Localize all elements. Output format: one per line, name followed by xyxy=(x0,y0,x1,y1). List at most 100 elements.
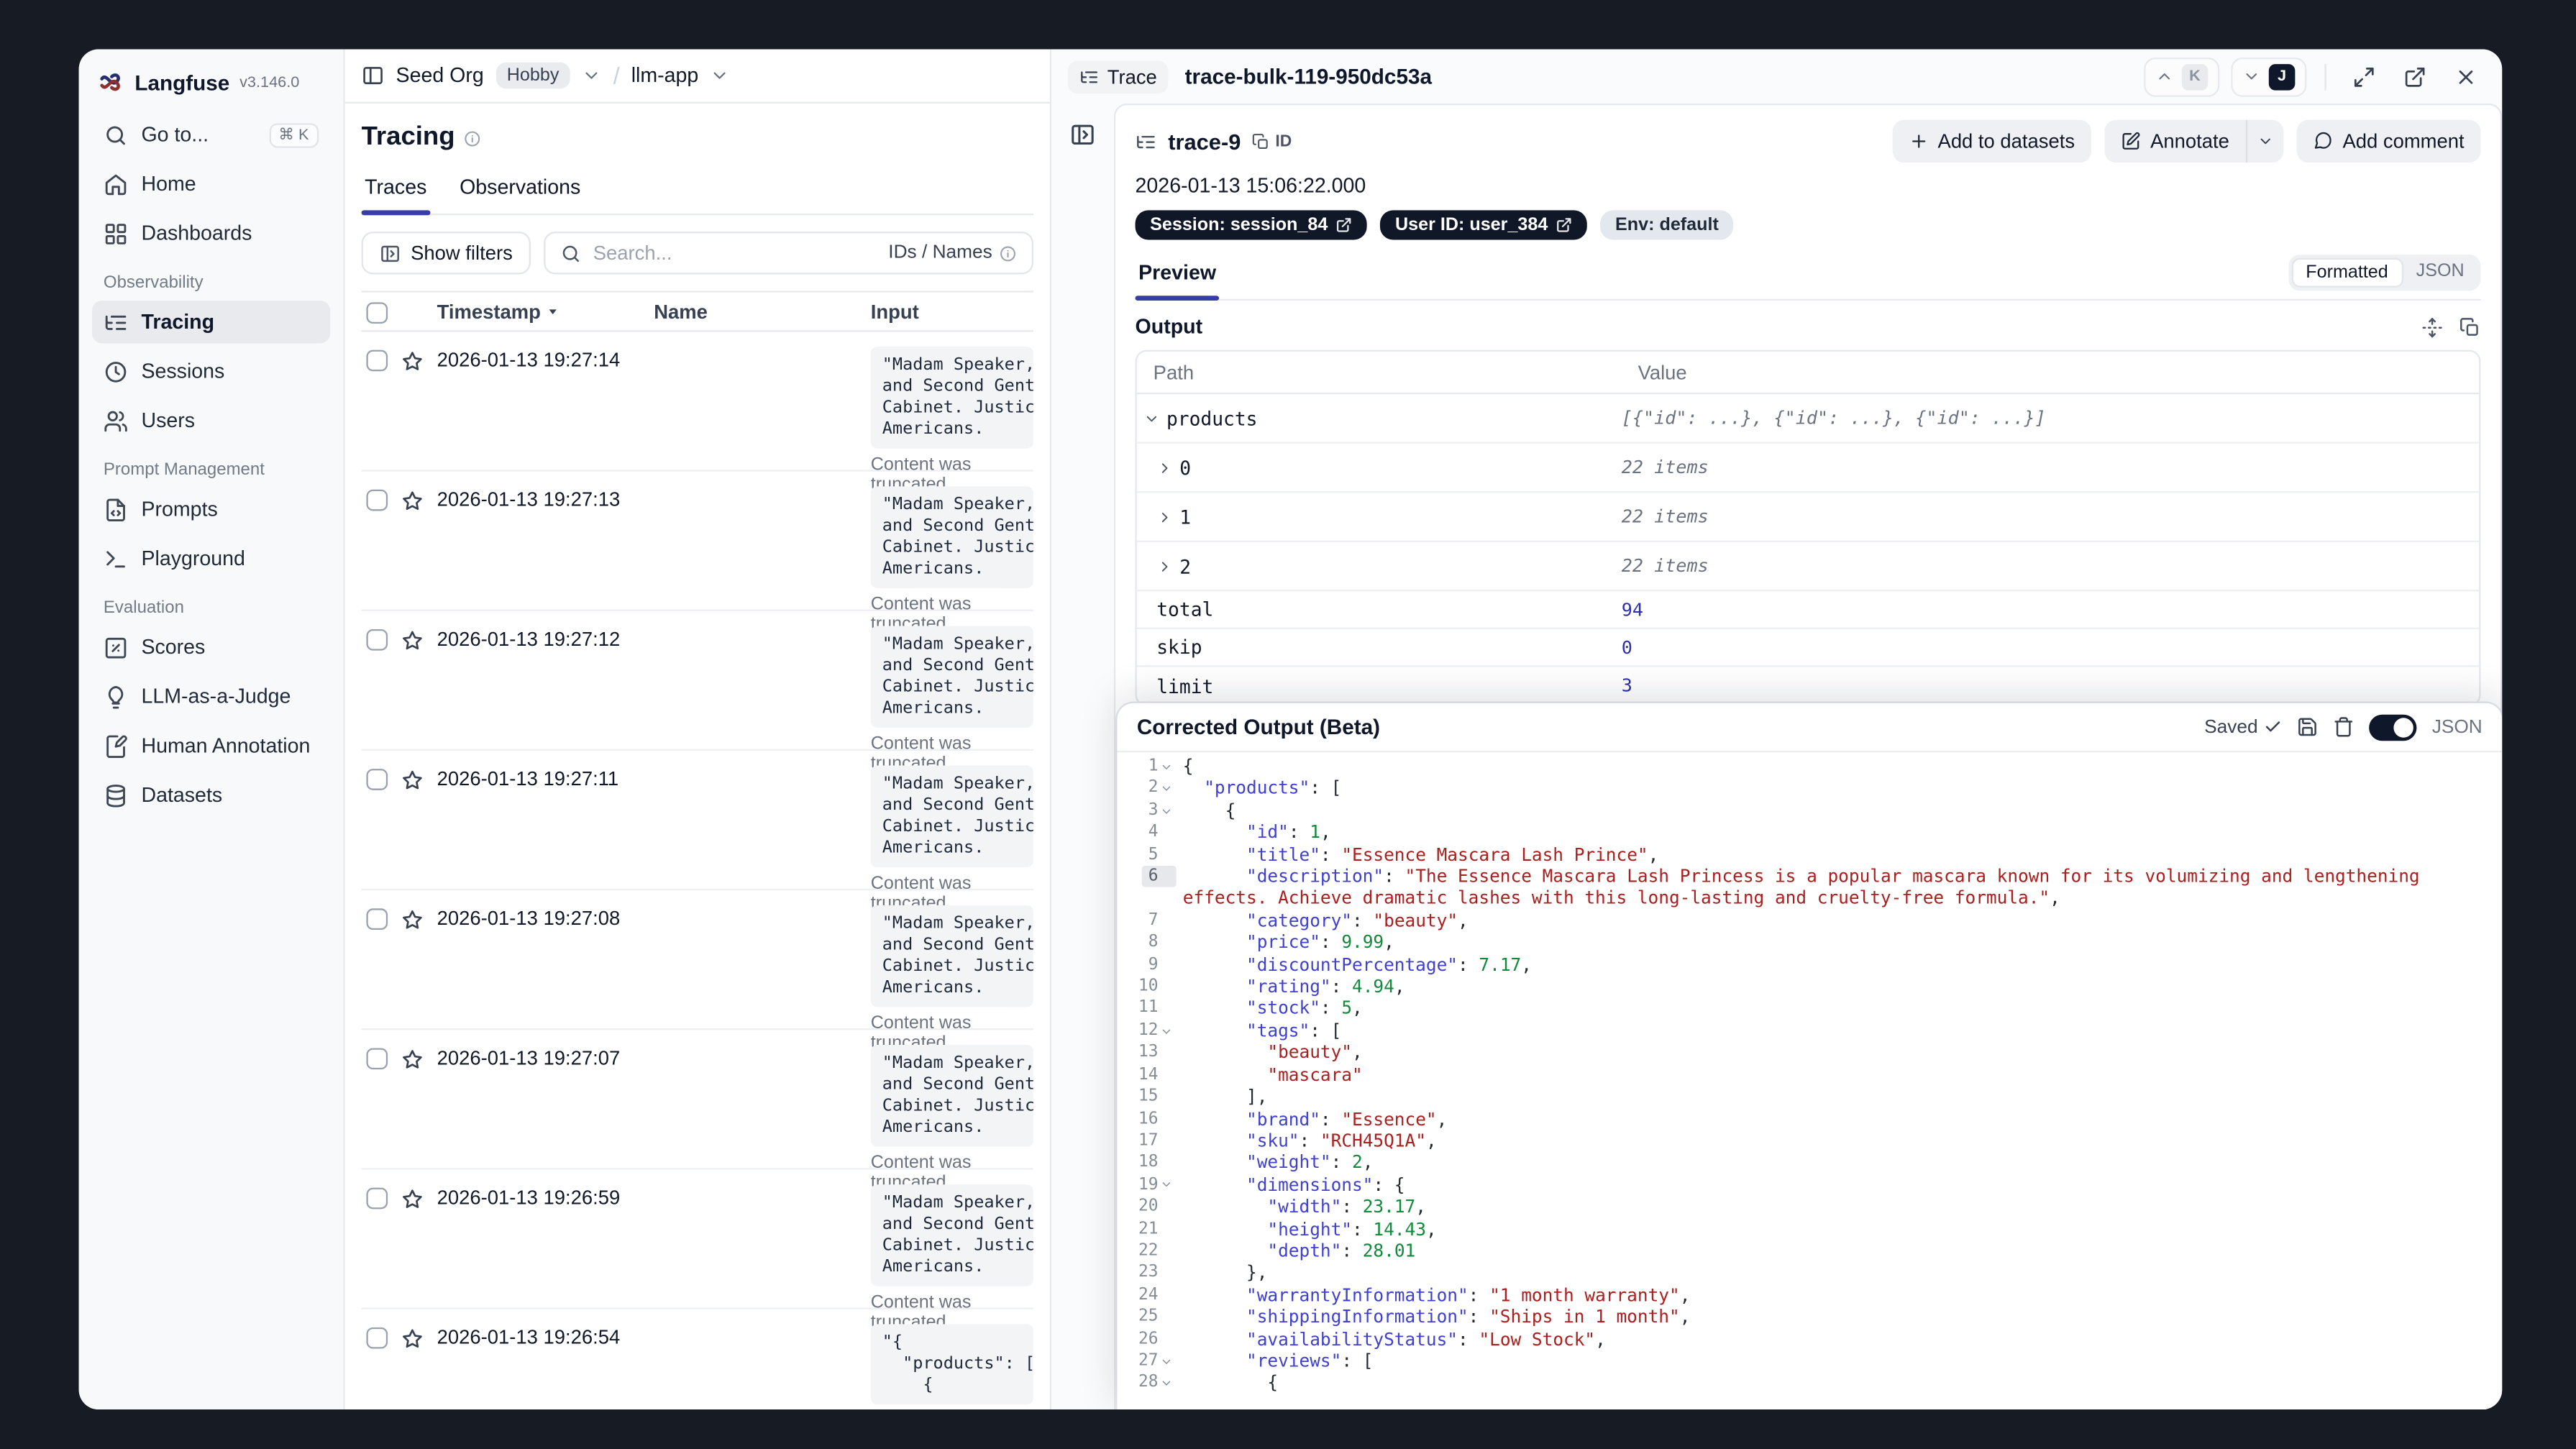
editor-line[interactable]: 23 }, xyxy=(1117,1262,2502,1284)
editor-code[interactable]: "stock": 5, xyxy=(1177,998,2503,1020)
editor-line[interactable]: 19 "dimensions": { xyxy=(1117,1174,2502,1197)
editor-code[interactable]: "mascara" xyxy=(1177,1064,2503,1087)
editor-code[interactable]: "price": 9.99, xyxy=(1177,932,2503,954)
sidebar-item-human-annotation[interactable]: Human Annotation xyxy=(92,724,330,767)
format-formatted[interactable]: Formatted xyxy=(2290,257,2403,288)
fold-caret[interactable] xyxy=(1160,804,1175,817)
row-checkbox[interactable] xyxy=(366,349,388,372)
column-name[interactable]: Name xyxy=(654,300,871,323)
editor-code[interactable]: { xyxy=(1177,800,2503,822)
editor-line[interactable]: 25 "shippingInformation": "Ships in 1 mo… xyxy=(1117,1306,2502,1328)
fold-caret[interactable] xyxy=(1160,1179,1175,1192)
json-toggle[interactable] xyxy=(2369,713,2418,741)
table-row[interactable]: 2026-01-13 19:27:12 "Madam Speaker, Mada … xyxy=(361,611,1033,774)
panel-expand-icon[interactable] xyxy=(1069,122,1096,148)
path-value-row[interactable]: products [{"id": ...}, {"id": ...}, {"id"… xyxy=(1136,394,2480,444)
column-timestamp[interactable]: Timestamp xyxy=(437,300,654,323)
close-button[interactable] xyxy=(2447,57,2486,96)
sidebar-item-dashboards[interactable]: Dashboards xyxy=(92,212,330,255)
editor-line[interactable]: 20 "width": 23.17, xyxy=(1117,1196,2502,1218)
row-checkbox[interactable] xyxy=(366,769,388,790)
unfold-vertical-icon[interactable] xyxy=(2421,316,2443,338)
sidebar-item-users[interactable]: Users xyxy=(92,399,330,442)
editor-line[interactable]: 5 "title": "Essence Mascara Lash Prince"… xyxy=(1117,844,2502,866)
row-bookmark[interactable] xyxy=(394,1045,437,1074)
editor-line[interactable]: 18 "weight": 2, xyxy=(1117,1152,2502,1174)
editor-line[interactable]: 14 "mascara" xyxy=(1117,1064,2502,1087)
sidebar-item-home[interactable]: Home xyxy=(92,163,330,205)
editor-line[interactable]: 24 "warrantyInformation": "1 month warra… xyxy=(1117,1284,2502,1307)
add-to-datasets-button[interactable]: Add to datasets xyxy=(1891,119,2091,163)
editor-code[interactable]: "rating": 4.94, xyxy=(1177,976,2503,998)
row-bookmark[interactable] xyxy=(394,1324,437,1353)
session-badge[interactable]: Session: session_84 xyxy=(1135,210,1368,240)
path-value-row[interactable]: 2 22 items xyxy=(1136,542,2480,592)
editor-code[interactable]: "id": 1, xyxy=(1177,822,2503,844)
table-row[interactable]: 2026-01-13 19:27:14 "Madam Speaker, Mada … xyxy=(361,332,1033,495)
editor-line[interactable]: 21 "height": 14.43, xyxy=(1117,1218,2502,1240)
editor-code[interactable]: "discountPercentage": 7.17, xyxy=(1177,954,2503,976)
annotate-dropdown-button[interactable] xyxy=(2245,119,2284,163)
prev-trace-button[interactable]: K xyxy=(2144,56,2220,96)
tab-preview[interactable]: Preview xyxy=(1135,255,1220,301)
editor-code[interactable]: ], xyxy=(1177,1086,2503,1108)
sidebar-toggle-button[interactable] xyxy=(362,64,385,87)
chevron-down-icon[interactable] xyxy=(710,65,729,85)
editor-line[interactable]: 16 "brand": "Essence", xyxy=(1117,1108,2502,1130)
sidebar-item-llm-as-a-judge[interactable]: LLM-as-a-Judge xyxy=(92,675,330,718)
save-icon[interactable] xyxy=(2297,716,2319,738)
annotate-button[interactable]: Annotate xyxy=(2104,120,2246,163)
row-checkbox[interactable] xyxy=(366,489,388,511)
path-value-row[interactable]: total 94 xyxy=(1136,591,2480,629)
sidebar-item-prompts[interactable]: Prompts xyxy=(92,488,330,530)
sidebar-item-scores[interactable]: Scores xyxy=(92,626,330,668)
row-bookmark[interactable] xyxy=(394,347,437,376)
format-json[interactable]: JSON xyxy=(2403,258,2477,288)
editor-line[interactable]: 17 "sku": "RCH45Q1A", xyxy=(1117,1130,2502,1152)
editor-code[interactable]: "availabilityStatus": "Low Stock", xyxy=(1177,1328,2503,1350)
editor-code[interactable]: "reviews": [ xyxy=(1177,1350,2503,1373)
fold-caret[interactable] xyxy=(1160,760,1175,773)
add-comment-button[interactable]: Add comment xyxy=(2296,119,2481,163)
table-row[interactable]: 2026-01-13 19:27:13 "Madam Speaker, Mada … xyxy=(361,472,1033,634)
fold-caret[interactable] xyxy=(1160,1377,1175,1390)
expand-button[interactable] xyxy=(2344,57,2384,96)
editor-line[interactable]: 11 "stock": 5, xyxy=(1117,998,2502,1020)
trash-icon[interactable] xyxy=(2334,716,2355,738)
sidebar-item-playground[interactable]: Playground xyxy=(92,537,330,580)
sidebar-item-datasets[interactable]: Datasets xyxy=(92,774,330,816)
json-editor[interactable]: 1{2 "products": [3 {4 "id": 1, 5 "title":… xyxy=(1117,752,2502,1409)
editor-line[interactable]: 3 { xyxy=(1117,800,2502,822)
row-checkbox[interactable] xyxy=(366,628,388,651)
editor-line[interactable]: 13 "beauty", xyxy=(1117,1042,2502,1064)
show-filters-button[interactable]: Show filters xyxy=(361,232,531,275)
fold-caret[interactable] xyxy=(1160,782,1175,795)
editor-code[interactable]: "shippingInformation": "Ships in 1 month… xyxy=(1177,1306,2503,1328)
path-value-row[interactable]: skip 0 xyxy=(1136,629,2480,667)
editor-code[interactable]: "warrantyInformation": "1 month warranty… xyxy=(1177,1284,2503,1307)
editor-line[interactable]: 8 "price": 9.99, xyxy=(1117,932,2502,954)
editor-line[interactable]: 10 "rating": 4.94, xyxy=(1117,976,2502,998)
fold-caret[interactable] xyxy=(1160,1355,1175,1368)
editor-line[interactable]: 7 "category": "beauty", xyxy=(1117,910,2502,932)
search-mode[interactable]: IDs / Names xyxy=(888,243,1017,263)
row-bookmark[interactable] xyxy=(394,766,437,795)
user-badge[interactable]: User ID: user_384 xyxy=(1380,210,1588,240)
tab-traces[interactable]: Traces xyxy=(361,169,430,216)
editor-code[interactable]: "description": "The Essence Mascara Lash… xyxy=(1177,866,2503,910)
next-trace-button[interactable]: J xyxy=(2231,56,2307,96)
copy-icon[interactable] xyxy=(2459,316,2481,338)
sidebar-item-goto[interactable]: Go to... ⌘ K xyxy=(92,114,330,156)
fold-caret[interactable] xyxy=(1160,1024,1175,1037)
row-bookmark[interactable] xyxy=(394,626,437,655)
editor-line[interactable]: 15 ], xyxy=(1117,1086,2502,1108)
editor-code[interactable]: { xyxy=(1177,756,2503,778)
search-input[interactable] xyxy=(593,241,877,265)
editor-line[interactable]: 27 "reviews": [ xyxy=(1117,1350,2502,1373)
editor-code[interactable]: "products": [ xyxy=(1177,777,2503,800)
row-checkbox[interactable] xyxy=(366,1327,388,1349)
row-checkbox[interactable] xyxy=(366,1048,388,1070)
sidebar-item-tracing[interactable]: Tracing xyxy=(91,301,331,344)
editor-line[interactable]: 12 "tags": [ xyxy=(1117,1020,2502,1042)
editor-line[interactable]: 22 "depth": 28.01 xyxy=(1117,1240,2502,1263)
